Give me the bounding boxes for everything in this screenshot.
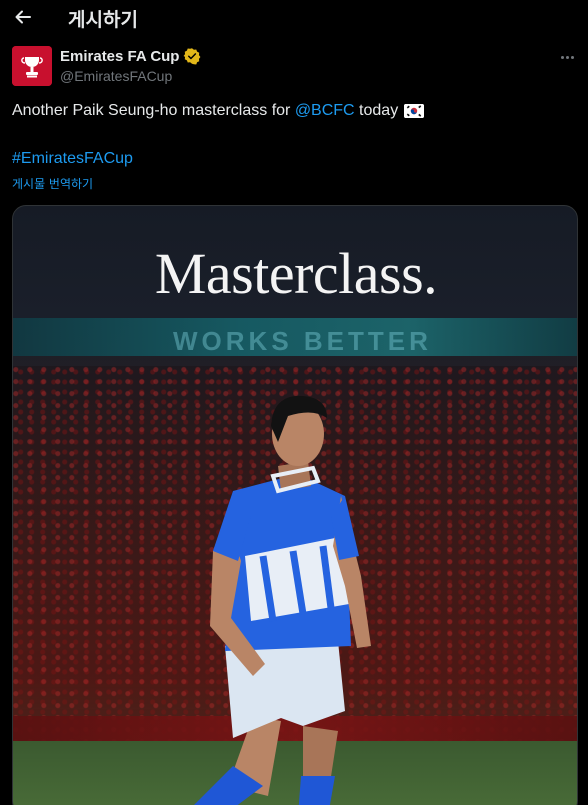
football-player-illustration bbox=[194, 395, 371, 805]
tweet-text-after: today bbox=[354, 102, 399, 119]
tweet-media-image[interactable]: WORKS BETTER Masterclass. bbox=[12, 205, 578, 805]
page-title: 게시하기 bbox=[68, 9, 138, 31]
translate-post-link[interactable]: 게시물 번역하기 bbox=[12, 175, 93, 192]
hashtag-link[interactable]: #EmiratesFACup bbox=[12, 150, 133, 168]
more-dot-icon bbox=[570, 55, 574, 59]
top-bar: 게시하기 bbox=[0, 0, 588, 36]
mention-link[interactable]: @BCFC bbox=[295, 102, 355, 120]
more-options-button[interactable] bbox=[556, 48, 578, 66]
south-korea-flag-icon bbox=[404, 104, 425, 118]
verified-badge-icon bbox=[184, 48, 201, 65]
avatar[interactable] bbox=[12, 46, 52, 86]
more-dot-icon bbox=[560, 55, 564, 59]
handle[interactable]: @EmiratesFACup bbox=[60, 68, 172, 84]
tweet-text: Another Paik Seung-ho masterclass for @B… bbox=[12, 102, 425, 120]
back-button[interactable] bbox=[10, 4, 36, 30]
more-dot-icon bbox=[565, 55, 569, 59]
display-name[interactable]: Emirates FA Cup bbox=[60, 48, 179, 65]
tweet-author: Emirates FA Cup @EmiratesFACup bbox=[12, 46, 578, 86]
name-row: Emirates FA Cup bbox=[60, 47, 201, 65]
media-headline: Masterclass. bbox=[154, 241, 438, 306]
arrow-left-icon bbox=[15, 10, 31, 24]
fa-cup-logo-icon bbox=[12, 46, 52, 86]
tweet-text-before: Another Paik Seung-ho masterclass for bbox=[12, 102, 295, 119]
